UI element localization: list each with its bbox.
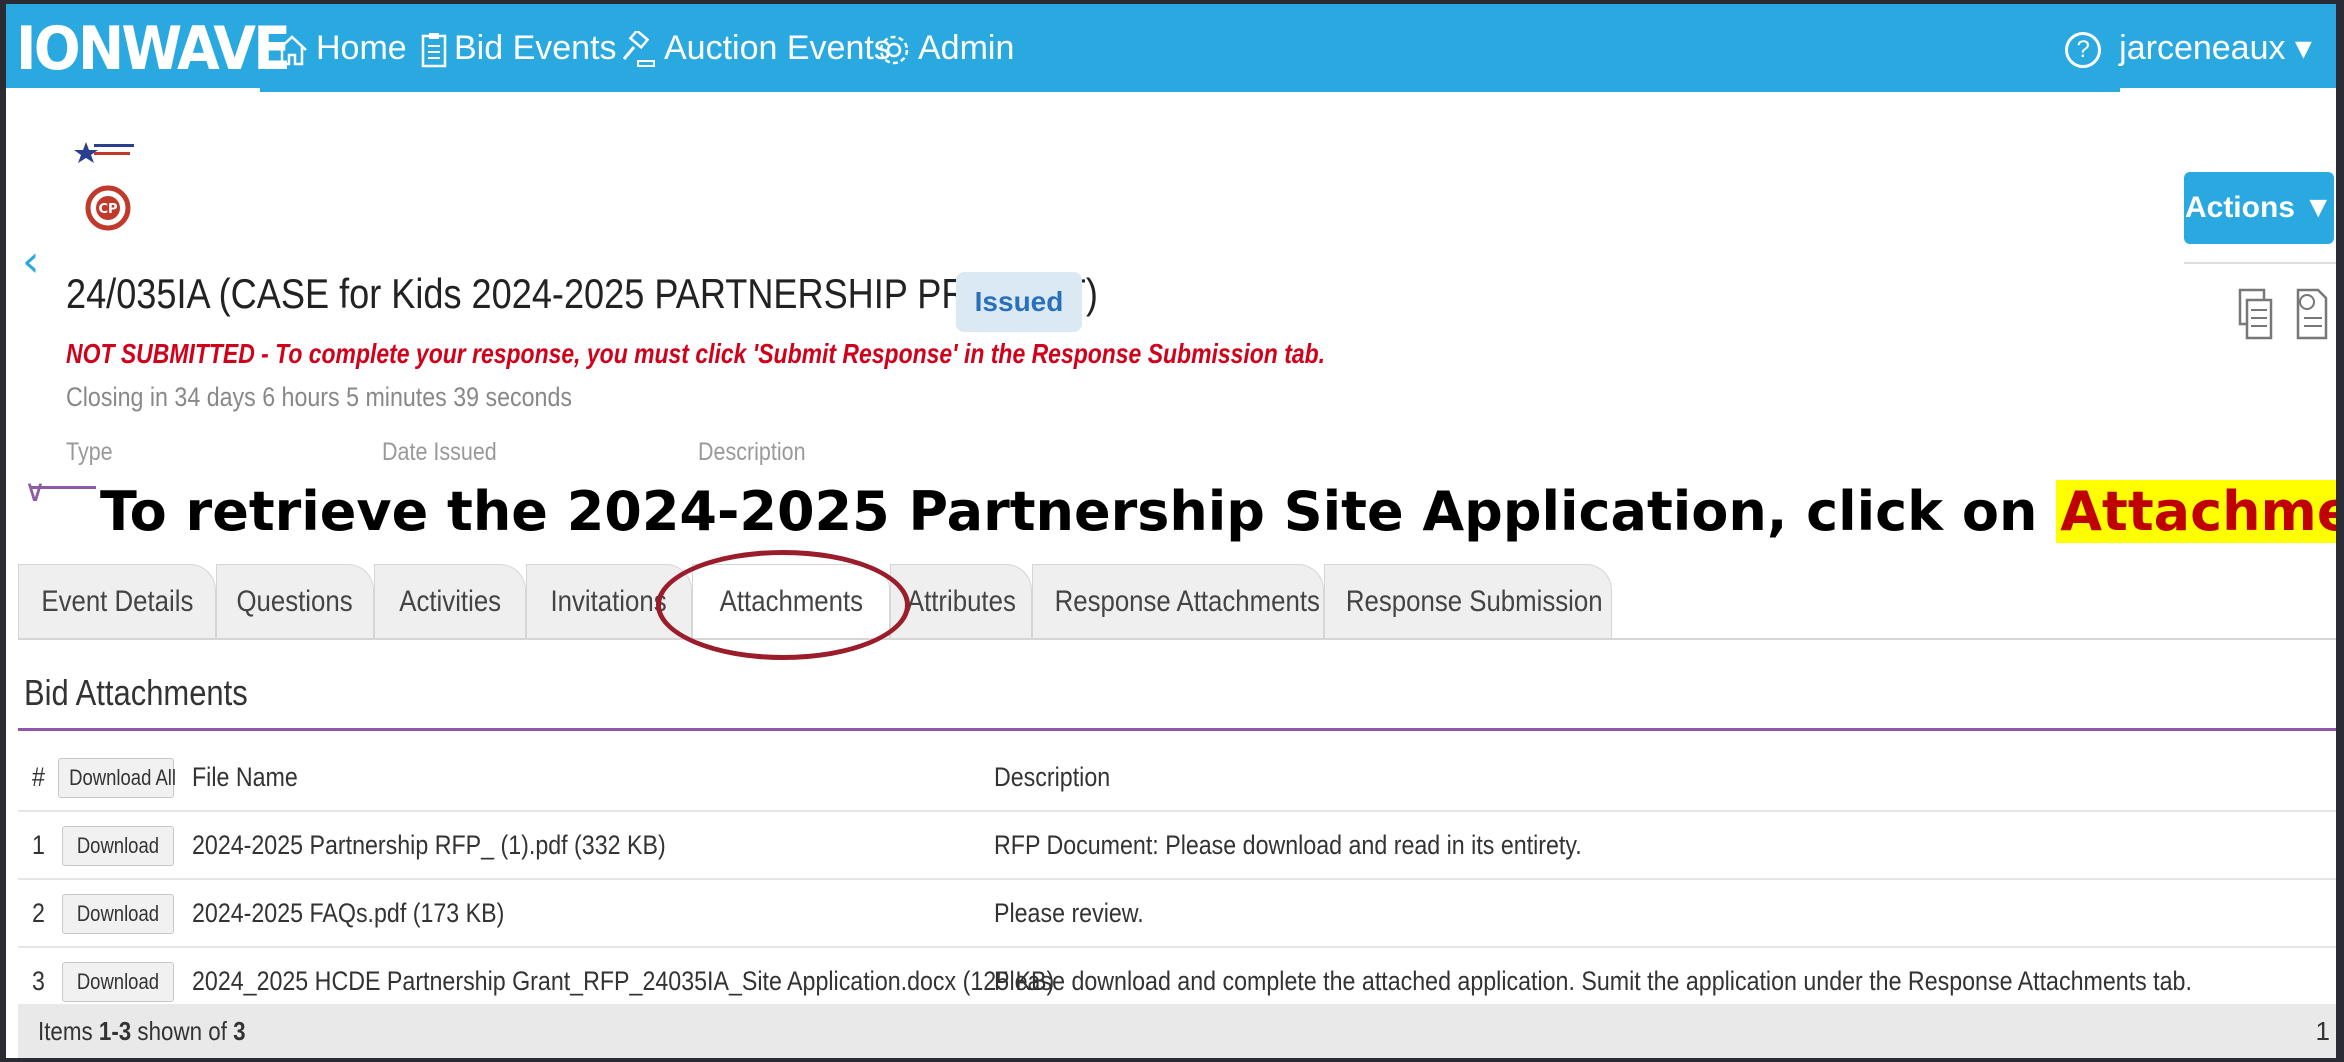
table-row: 1 Download 2024-2025 Partnership RFP_ (1… <box>18 812 2336 880</box>
help-icon[interactable]: ? <box>2065 32 2102 69</box>
file-description: Please review. <box>994 898 1144 928</box>
header-description: Description <box>994 762 1111 792</box>
tab-response-submission[interactable]: Response Submission <box>1324 564 1612 639</box>
file-description: RFP Document: Please download and read i… <box>994 830 1582 860</box>
tab-baseline <box>18 638 2336 640</box>
svg-text:CP: CP <box>98 202 117 217</box>
meta-label-type: Type <box>66 438 113 466</box>
nav-admin-label: Admin <box>918 29 1015 67</box>
app-window: IONWAVE Home Bid Events Auction Events A… <box>6 4 2336 1058</box>
section-divider <box>18 728 2336 731</box>
callout-text: To retrieve the 2024-2025 Partnership Si… <box>100 480 2057 543</box>
nav-admin[interactable]: Admin <box>876 4 1014 92</box>
items-count: Items 1-3 shown of 3 <box>38 1016 246 1046</box>
download-button[interactable]: Download <box>62 826 174 866</box>
tab-attributes[interactable]: Attributes <box>890 564 1032 639</box>
file-name[interactable]: 2024-2025 Partnership RFP_ (1).pdf (332 … <box>192 812 743 878</box>
row-num: 1 <box>32 830 45 860</box>
nav-auction-events-label: Auction Events <box>664 29 891 67</box>
closing-countdown: Closing in 34 days 6 hours 5 minutes 39 … <box>66 382 572 412</box>
download-button[interactable]: Download <box>62 962 174 1002</box>
table-row: 2 Download 2024-2025 FAQs.pdf (173 KB) P… <box>18 880 2336 948</box>
row-num: 2 <box>32 898 45 928</box>
tab-activities[interactable]: Activities <box>374 564 526 639</box>
ionwave-logo[interactable]: IONWAVE <box>16 10 291 88</box>
status-badge: Issued <box>956 272 1082 332</box>
user-name[interactable]: jarceneaux ▾ <box>2119 29 2312 67</box>
clipboard-icon <box>420 31 448 69</box>
nav-bid-events-label: Bid Events <box>454 29 617 67</box>
actions-button[interactable]: Actions ▼ <box>2184 172 2334 244</box>
top-nav: IONWAVE Home Bid Events Auction Events A… <box>6 4 2336 92</box>
user-menu[interactable]: ? jarceneaux ▾ <box>2065 4 2312 92</box>
nav-bid-events[interactable]: Bid Events <box>420 4 617 92</box>
collapse-chevron-icon[interactable]: ∨ <box>24 474 46 509</box>
back-chevron-icon[interactable]: ‹ <box>22 236 40 287</box>
actions-divider <box>2184 262 2336 264</box>
table-header-row: # Download All File Name Description <box>18 744 2336 812</box>
logo-underline <box>6 88 260 92</box>
meta-label-date-issued: Date Issued <box>382 438 497 466</box>
file-name[interactable]: 2024-2025 FAQs.pdf (173 KB) <box>192 880 555 946</box>
header-num: # <box>32 762 45 792</box>
not-submitted-warning: NOT SUBMITTED - To complete your respons… <box>66 338 1326 369</box>
nav-home-label: Home <box>316 29 407 67</box>
event-title: 24/035IA (CASE for Kids 2024-2025 PARTNE… <box>66 270 1098 317</box>
section-title: Bid Attachments <box>24 672 248 713</box>
gavel-icon <box>620 31 658 69</box>
copy-documents-icon[interactable] <box>2238 286 2274 351</box>
instruction-callout: To retrieve the 2024-2025 Partnership Si… <box>96 480 2336 543</box>
download-button[interactable]: Download <box>62 894 174 934</box>
organization-logo: CP <box>72 132 142 247</box>
nav-auction-events[interactable]: Auction Events <box>620 4 891 92</box>
gear-icon <box>876 32 912 68</box>
attachments-highlight-circle <box>656 550 910 660</box>
table-footer: Items 1-3 shown of 3 1 <box>18 1004 2336 1058</box>
callout-highlight: Attachments <box>2056 480 2336 543</box>
user-underline <box>2120 88 2336 92</box>
document-clock-icon[interactable] <box>2294 286 2330 351</box>
page-number[interactable]: 1 <box>2316 1004 2330 1058</box>
tab-response-attachments[interactable]: Response Attachments <box>1032 564 1324 639</box>
header-file-name: File Name <box>192 762 298 792</box>
tab-questions[interactable]: Questions <box>216 564 374 639</box>
home-icon <box>274 32 310 68</box>
tab-event-details[interactable]: Event Details <box>18 564 216 639</box>
download-all-button[interactable]: Download All <box>58 758 176 798</box>
meta-label-description: Description <box>698 438 806 466</box>
nav-home[interactable]: Home <box>274 4 407 92</box>
